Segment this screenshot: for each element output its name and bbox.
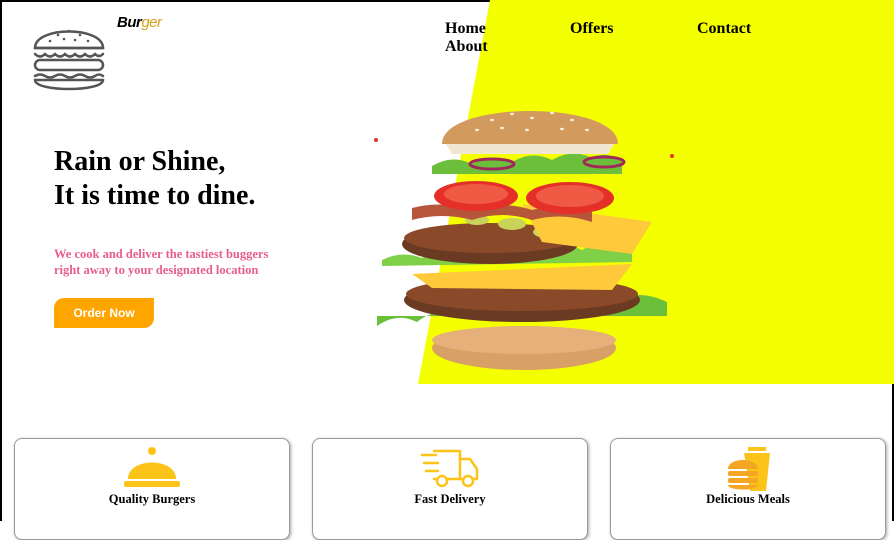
burger-image: [374, 111, 674, 370]
feature-card-quality: Quality Burgers: [14, 438, 290, 540]
burger-logo-icon: [33, 29, 105, 91]
hero-headline: Rain or Shine, It is time to dine.: [54, 145, 255, 213]
nav-about[interactable]: About: [445, 38, 488, 56]
cloche-icon: [124, 447, 180, 487]
brand-name-part2: ger: [141, 14, 162, 31]
feature-card-meals: Delicious Meals: [610, 438, 886, 540]
nav-offers[interactable]: Offers: [570, 20, 614, 38]
delivery-truck-icon: [420, 449, 479, 488]
hero-headline-line1: Rain or Shine,: [54, 146, 226, 177]
hero-subtext: We cook and deliver the tastiest buggers…: [54, 247, 269, 277]
hero-headline-line2: It is time to dine.: [54, 180, 256, 211]
burger-drink-icon: [728, 447, 770, 491]
nav-contact[interactable]: Contact: [697, 20, 751, 38]
order-now-button[interactable]: Order Now: [54, 298, 154, 328]
feature-label-delivery: Fast Delivery: [414, 492, 486, 506]
feature-label-quality: Quality Burgers: [108, 492, 196, 506]
brand-name: Burger: [117, 14, 162, 31]
nav-home[interactable]: Home: [445, 20, 486, 38]
brand-name-part1: Bur: [117, 14, 142, 31]
feature-label-meals: Delicious Meals: [706, 492, 790, 506]
feature-card-delivery: Fast Delivery: [312, 438, 588, 540]
